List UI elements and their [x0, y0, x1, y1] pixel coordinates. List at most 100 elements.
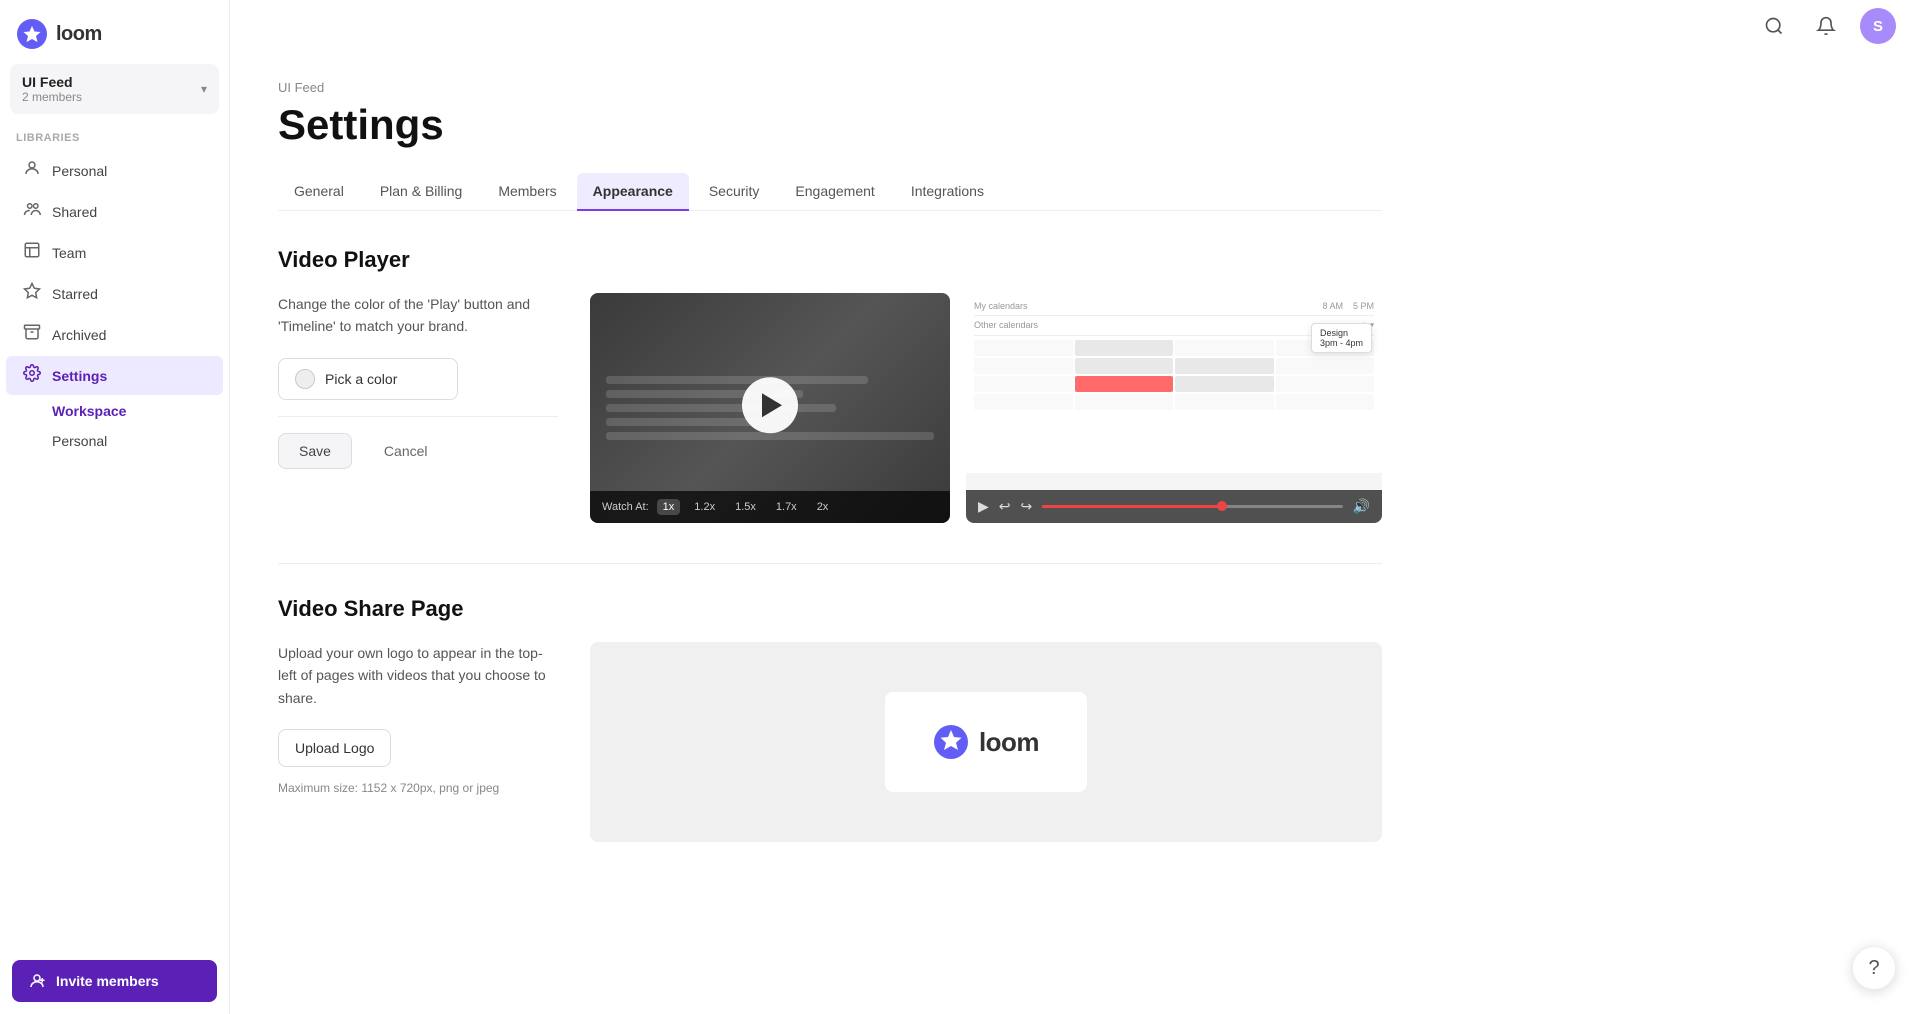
sidebar-sub-workspace-label: Workspace [52, 403, 126, 419]
save-label: Save [299, 443, 331, 459]
video-share-controls: Upload your own logo to appear in the to… [278, 642, 558, 797]
progress-thumb [1217, 501, 1227, 511]
cal-cell [1175, 340, 1274, 356]
section-divider [278, 563, 1382, 564]
workspace-selector[interactable]: UI Feed 2 members ▾ [10, 64, 219, 114]
calendar-mock: My calendars 8 AM 5 PM Other calendars +… [966, 293, 1382, 473]
tab-security[interactable]: Security [693, 173, 776, 211]
volume-icon[interactable]: 🔊 [1353, 498, 1370, 515]
progress-fill [1042, 505, 1222, 508]
rewind-icon[interactable]: ↩ [999, 498, 1011, 515]
video-player-title: Video Player [278, 247, 1382, 273]
sidebar-item-settings[interactable]: Settings [6, 356, 223, 395]
cancel-label: Cancel [384, 443, 428, 459]
vid-row-1 [606, 376, 868, 384]
workspace-name: UI Feed [22, 74, 82, 90]
play-button-overlay[interactable] [742, 377, 798, 433]
video-bottom-bar: Watch At: 1x 1.2x 1.5x 1.7x 2x [590, 491, 950, 523]
tab-plan-billing[interactable]: Plan & Billing [364, 173, 479, 211]
action-buttons: Save Cancel [278, 433, 558, 469]
progress-bar[interactable] [1042, 505, 1342, 508]
sidebar-item-archived-label: Archived [52, 327, 106, 343]
invite-button-label: Invite members [56, 973, 159, 989]
play-icon[interactable]: ▶ [978, 498, 989, 515]
loom-logo-preview: loom [933, 724, 1039, 760]
upload-logo-button[interactable]: Upload Logo [278, 729, 391, 767]
cal-cell [974, 358, 1073, 374]
video-player-desc: Change the color of the 'Play' button an… [278, 293, 558, 338]
invite-icon [28, 972, 46, 990]
share-preview: loom [590, 642, 1382, 842]
color-swatch [295, 369, 315, 389]
tab-appearance[interactable]: Appearance [577, 173, 689, 211]
sidebar-item-archived[interactable]: Archived [6, 315, 223, 354]
sidebar-sub-workspace[interactable]: Workspace [6, 397, 223, 425]
sidebar-sub-personal[interactable]: Personal [6, 427, 223, 455]
video-player-controls: Change the color of the 'Play' button an… [278, 293, 558, 469]
tab-integrations[interactable]: Integrations [895, 173, 1000, 211]
cal-row-2 [974, 358, 1374, 374]
help-button[interactable]: ? [1852, 946, 1896, 990]
pick-color-button[interactable]: Pick a color [278, 358, 458, 400]
section-divider-line [278, 416, 558, 417]
speed-1-7x[interactable]: 1.7x [770, 499, 803, 515]
cal-row-4 [974, 394, 1374, 410]
libraries-label: Libraries [0, 122, 229, 150]
tab-general[interactable]: General [278, 173, 360, 211]
chevron-down-icon: ▾ [201, 82, 207, 96]
cal-cell-highlight [1075, 376, 1174, 392]
sidebar-item-shared-label: Shared [52, 204, 97, 220]
breadcrumb: UI Feed [278, 80, 1382, 95]
sidebar-item-starred[interactable]: Starred [6, 274, 223, 313]
notifications-button[interactable] [1808, 8, 1844, 44]
video-share-section: Upload your own logo to appear in the to… [278, 642, 1382, 842]
speed-2x[interactable]: 2x [811, 499, 835, 515]
shared-icon [22, 200, 42, 223]
save-button[interactable]: Save [278, 433, 352, 469]
search-icon [1764, 16, 1784, 36]
video-share-desc: Upload your own logo to appear in the to… [278, 642, 558, 709]
upload-logo-label: Upload Logo [295, 740, 374, 756]
logo-text: loom [56, 23, 102, 46]
calendar-popup: Design3pm - 4pm [1311, 323, 1372, 353]
main-inner: UI Feed Settings General Plan & Billing … [230, 52, 1430, 910]
speed-1-2x[interactable]: 1.2x [688, 499, 721, 515]
video-preview-calendar: My calendars 8 AM 5 PM Other calendars +… [966, 293, 1382, 523]
avatar-letter: S [1873, 18, 1883, 35]
speed-1x[interactable]: 1x [657, 499, 681, 515]
tab-members[interactable]: Members [482, 173, 572, 211]
page-title: Settings [278, 101, 1382, 149]
tab-engagement[interactable]: Engagement [779, 173, 890, 211]
sidebar-item-team-label: Team [52, 245, 86, 261]
video-share-title: Video Share Page [278, 596, 1382, 622]
cal-header: My calendars 8 AM 5 PM [974, 301, 1374, 316]
cal-cell [1175, 394, 1274, 410]
sidebar-item-team[interactable]: Team [6, 233, 223, 272]
loom-logo-icon [16, 18, 48, 50]
speed-1-5x[interactable]: 1.5x [729, 499, 762, 515]
sidebar-item-settings-label: Settings [52, 368, 107, 384]
cal-cell-filled [1175, 358, 1274, 374]
cal-cell [974, 394, 1073, 410]
cal-cell-filled [1075, 340, 1174, 356]
max-size-text: Maximum size: 1152 x 720px, png or jpeg [278, 779, 558, 797]
video-preview-main: Watch At: 1x 1.2x 1.5x 1.7x 2x [590, 293, 950, 523]
cancel-button[interactable]: Cancel [364, 433, 448, 469]
invite-members-button[interactable]: Invite members [12, 960, 217, 1002]
share-preview-inner: loom [885, 692, 1087, 792]
pick-color-label: Pick a color [325, 371, 397, 387]
search-button[interactable] [1756, 8, 1792, 44]
cal-cell [974, 376, 1073, 392]
play-triangle-icon [762, 393, 782, 417]
help-icon: ? [1868, 957, 1879, 980]
loom-brand-text: loom [979, 727, 1039, 758]
video2-controls: ▶ ↩ ↪ 🔊 [966, 490, 1382, 523]
sidebar-item-shared[interactable]: Shared [6, 192, 223, 231]
user-avatar[interactable]: S [1860, 8, 1896, 44]
topbar: S [230, 0, 1920, 52]
sidebar-sub-personal-label: Personal [52, 433, 107, 449]
sidebar-bottom: Invite members [0, 948, 229, 1014]
workspace-members: 2 members [22, 90, 82, 104]
sidebar-item-personal[interactable]: Personal [6, 151, 223, 190]
forward-icon[interactable]: ↪ [1021, 498, 1033, 515]
